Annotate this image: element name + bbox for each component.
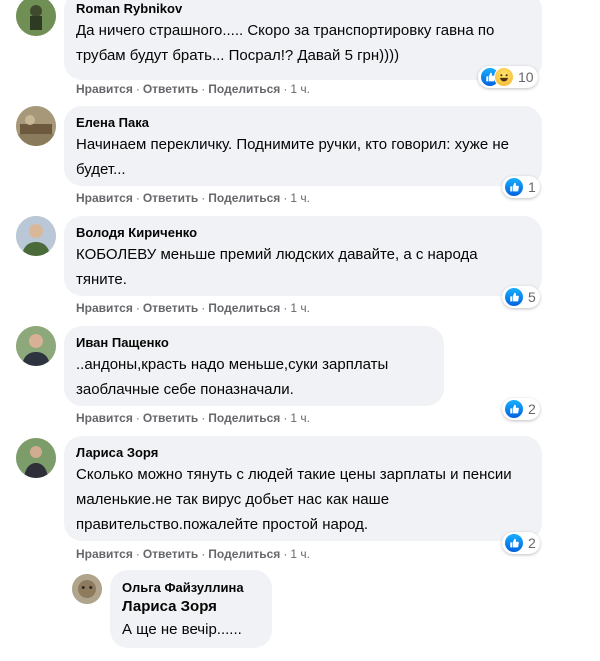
avatar[interactable] <box>16 438 56 478</box>
comment-time[interactable]: 1 ч. <box>290 82 310 96</box>
avatar[interactable] <box>72 574 102 604</box>
separator: · <box>283 411 288 425</box>
comment-actions: Нравится · Ответить · Поделиться · 1 ч. <box>76 410 310 426</box>
reaction-count: 5 <box>528 289 536 305</box>
avatar[interactable] <box>16 326 56 366</box>
reactions-summary[interactable]: 10 <box>478 66 538 88</box>
comment-text: Начинаем перекличку. Поднимите ручки, кт… <box>76 136 509 178</box>
comment-text: ..андоны,красть надо меньше,суки зарплат… <box>76 356 389 398</box>
reactions-summary[interactable]: 2 <box>502 398 540 420</box>
reply-mention[interactable]: Лариса Зоря <box>122 596 260 618</box>
separator: · <box>135 82 140 96</box>
comment-actions: Нравится · Ответить · Поделиться · 1 ч. <box>76 190 310 206</box>
reply-link[interactable]: Ответить <box>143 301 198 315</box>
like-link[interactable]: Нравится <box>76 82 133 96</box>
comment-text: Да ничего страшного..... Скоро за трансп… <box>76 22 495 64</box>
separator: · <box>283 191 288 205</box>
share-link[interactable]: Поделиться <box>208 411 280 425</box>
comment-time[interactable]: 1 ч. <box>290 547 310 561</box>
like-icon <box>504 177 524 197</box>
reply-author[interactable]: Ольга Файзуллина <box>122 579 260 596</box>
reaction-count: 1 <box>528 179 536 195</box>
separator: · <box>135 191 140 205</box>
reactions-summary[interactable]: 1 <box>502 176 540 198</box>
separator: · <box>201 301 206 315</box>
separator: · <box>135 301 140 315</box>
comment-bubble: Roman Rybnikov Да ничего страшного..... … <box>64 0 542 80</box>
reply-link[interactable]: Ответить <box>143 547 198 561</box>
reply-link[interactable]: Ответить <box>143 82 198 96</box>
like-link[interactable]: Нравится <box>76 191 133 205</box>
reactions-summary[interactable]: 5 <box>502 286 540 308</box>
separator: · <box>201 411 206 425</box>
like-icon <box>504 399 524 419</box>
comment-bubble: Елена Пака Начинаем перекличку. Поднимит… <box>64 106 542 186</box>
avatar[interactable] <box>16 216 56 256</box>
like-icon <box>504 287 524 307</box>
separator: · <box>201 191 206 205</box>
like-link[interactable]: Нравится <box>76 301 133 315</box>
avatar[interactable] <box>16 106 56 146</box>
avatar[interactable] <box>16 0 56 36</box>
reaction-count: 10 <box>518 69 534 85</box>
comment-actions: Нравится · Ответить · Поделиться · 1 ч. <box>76 546 310 562</box>
separator: · <box>135 411 140 425</box>
share-link[interactable]: Поделиться <box>208 191 280 205</box>
separator: · <box>135 547 140 561</box>
comment-author[interactable]: Володя Кириченко <box>76 224 530 241</box>
share-link[interactable]: Поделиться <box>208 82 280 96</box>
separator: · <box>283 547 288 561</box>
reply-link[interactable]: Ответить <box>143 411 198 425</box>
comment-text: КОБОЛЕВУ меньше премий людских давайте, … <box>76 246 478 288</box>
reply-bubble: Ольга Файзуллина Лариса Зоря А ще не веч… <box>110 570 272 648</box>
comment-actions: Нравится · Ответить · Поделиться · 1 ч. <box>76 81 310 97</box>
comment-time[interactable]: 1 ч. <box>290 411 310 425</box>
comment-author[interactable]: Лариса Зоря <box>76 444 530 461</box>
like-link[interactable]: Нравится <box>76 411 133 425</box>
comment-text: Сколько можно тянуть с людей такие цены … <box>76 466 512 533</box>
reply-link[interactable]: Ответить <box>143 191 198 205</box>
comment-actions: Нравится · Ответить · Поделиться · 1 ч. <box>76 300 310 316</box>
share-link[interactable]: Поделиться <box>208 547 280 561</box>
comment-author[interactable]: Елена Пака <box>76 114 530 131</box>
share-link[interactable]: Поделиться <box>208 301 280 315</box>
reaction-count: 2 <box>528 401 536 417</box>
reactions-summary[interactable]: 2 <box>502 532 540 554</box>
haha-icon <box>494 67 514 87</box>
like-link[interactable]: Нравится <box>76 547 133 561</box>
separator: · <box>201 82 206 96</box>
comment-bubble: Володя Кириченко КОБОЛЕВУ меньше премий … <box>64 216 542 296</box>
like-icon <box>504 533 524 553</box>
comment-author[interactable]: Иван Пащенко <box>76 334 432 351</box>
reaction-count: 2 <box>528 535 536 551</box>
comment-author[interactable]: Roman Rybnikov <box>76 0 530 17</box>
comment-bubble: Лариса Зоря Сколько можно тянуть с людей… <box>64 436 542 541</box>
separator: · <box>283 301 288 315</box>
separator: · <box>201 547 206 561</box>
separator: · <box>283 82 288 96</box>
reply-text: А ще не вечір...... <box>122 621 242 638</box>
comment-time[interactable]: 1 ч. <box>290 191 310 205</box>
comment-bubble: Иван Пащенко ..андоны,красть надо меньше… <box>64 326 444 406</box>
comment-time[interactable]: 1 ч. <box>290 301 310 315</box>
